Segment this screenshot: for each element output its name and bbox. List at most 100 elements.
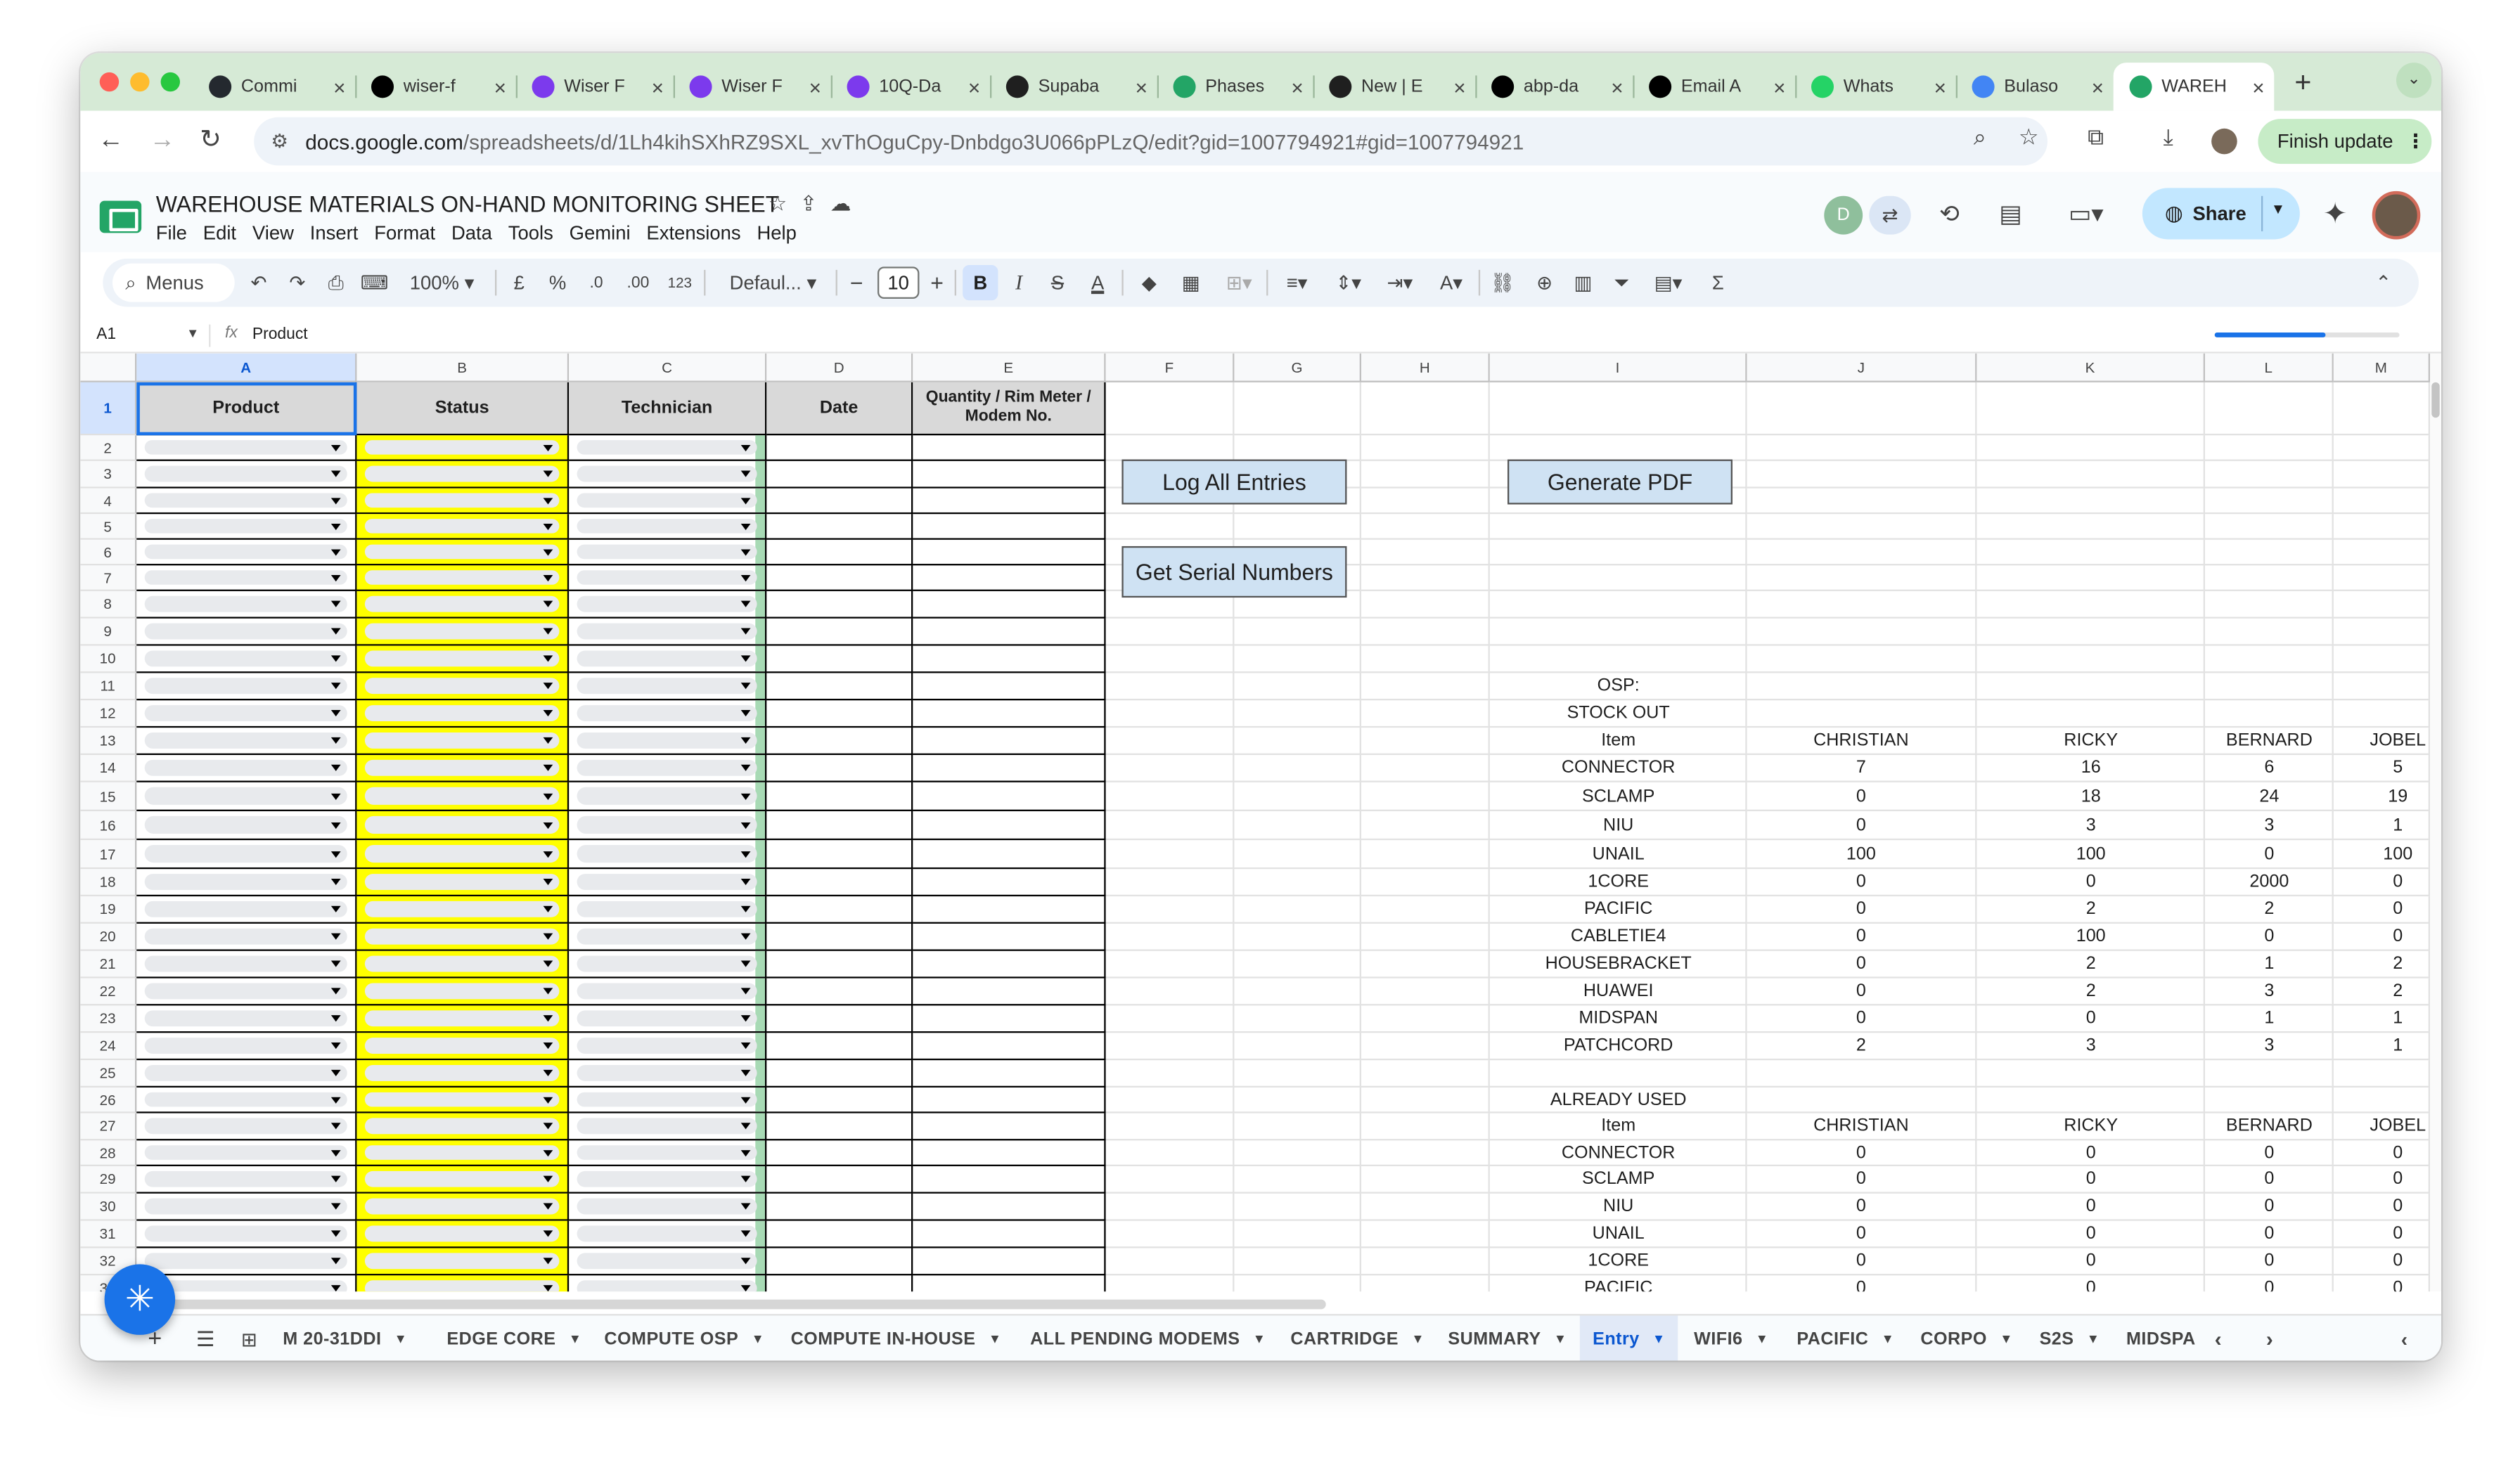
cell[interactable]	[2205, 1060, 2334, 1088]
dropdown-chip[interactable]	[144, 787, 347, 805]
dropdown-arrow-icon[interactable]	[543, 850, 553, 858]
dropdown-arrow-icon[interactable]	[740, 878, 751, 886]
dropdown-arrow-icon[interactable]	[740, 470, 751, 477]
dropdown-chip[interactable]	[577, 570, 757, 585]
cell[interactable]	[913, 700, 1106, 728]
row-header[interactable]: 6	[80, 539, 137, 566]
cell[interactable]	[1976, 645, 2206, 673]
sheet-tab-menu-icon[interactable]: ▼	[1756, 1331, 1769, 1346]
dropdown-chip[interactable]	[144, 955, 347, 972]
dropdown-chip[interactable]	[364, 1198, 560, 1215]
forward-icon[interactable]: →	[145, 124, 180, 159]
row-header[interactable]: 31	[80, 1220, 137, 1248]
dropdown-cell[interactable]	[356, 700, 570, 728]
cell[interactable]	[2333, 645, 2431, 673]
cell[interactable]	[1234, 728, 1362, 755]
dropdown-chip[interactable]	[577, 1170, 757, 1187]
dropdown-arrow-icon[interactable]	[330, 522, 341, 529]
dropdown-arrow-icon[interactable]	[543, 710, 553, 717]
cell[interactable]	[1234, 673, 1362, 701]
dropdown-cell[interactable]	[569, 896, 767, 924]
sheet-tab-menu-icon[interactable]: ▼	[989, 1331, 1002, 1346]
column-header[interactable]: B	[356, 353, 570, 382]
filter-icon[interactable]: ⏷	[1607, 259, 1636, 307]
dropdown-chip[interactable]	[144, 650, 347, 667]
dropdown-arrow-icon[interactable]	[543, 600, 553, 607]
dropdown-cell[interactable]	[356, 1140, 570, 1166]
cell[interactable]	[1234, 645, 1362, 673]
dropdown-arrow-icon[interactable]	[740, 1149, 751, 1156]
cell[interactable]	[1234, 1088, 1362, 1114]
gemini-fab-button[interactable]: ✳	[104, 1264, 176, 1335]
cell[interactable]	[1747, 565, 1977, 591]
sheet-tab[interactable]: Entry ▼	[1579, 1315, 1678, 1361]
dropdown-chip[interactable]	[577, 928, 757, 945]
dropdown-cell[interactable]	[136, 1113, 357, 1141]
cell[interactable]	[2333, 460, 2431, 489]
dropdown-arrow-icon[interactable]	[543, 1230, 553, 1237]
dropdown-chip[interactable]	[144, 705, 347, 722]
bold-button[interactable]: B	[963, 265, 998, 301]
column-header[interactable]: L	[2205, 353, 2334, 382]
cell[interactable]	[1105, 728, 1235, 755]
dropdown-chip[interactable]	[144, 678, 347, 695]
horizontal-align-icon[interactable]: ≡▾	[1276, 259, 1318, 307]
close-tab-icon[interactable]: ×	[1773, 75, 1785, 98]
sheet-tab-menu-icon[interactable]: ▼	[752, 1331, 765, 1346]
sheet-tab[interactable]: MIDSPA	[2126, 1315, 2196, 1360]
dropdown-chip[interactable]	[364, 465, 560, 482]
cell[interactable]	[1747, 488, 1977, 515]
dropdown-chip[interactable]	[144, 874, 347, 890]
menu-item[interactable]: Insert	[310, 221, 359, 244]
dropdown-cell[interactable]	[569, 565, 767, 591]
dropdown-cell[interactable]	[569, 923, 767, 951]
sheet-tab[interactable]: M 20-31DDI ▼	[283, 1315, 407, 1360]
close-tab-icon[interactable]: ×	[1611, 75, 1623, 98]
meet-icon[interactable]: ▭▾	[2054, 190, 2118, 238]
dropdown-cell[interactable]	[136, 728, 357, 755]
dropdown-cell[interactable]	[356, 1248, 570, 1276]
dropdown-cell[interactable]	[569, 811, 767, 841]
dropdown-chip[interactable]	[577, 544, 757, 560]
dropdown-cell[interactable]	[356, 1033, 570, 1061]
sheet-tab-menu-icon[interactable]: ▼	[1652, 1331, 1666, 1346]
cell[interactable]	[1361, 1220, 1490, 1248]
zoom-select[interactable]: 100% ▾	[401, 259, 482, 307]
close-tab-icon[interactable]: ×	[2252, 75, 2264, 98]
dropdown-cell[interactable]	[569, 728, 767, 755]
cell[interactable]	[2205, 1088, 2334, 1114]
close-tab-icon[interactable]: ×	[652, 75, 664, 98]
cell[interactable]	[2333, 435, 2431, 461]
dropdown-cell[interactable]	[136, 896, 357, 924]
row-header[interactable]: 19	[80, 896, 137, 924]
dropdown-cell[interactable]	[136, 539, 357, 566]
cell[interactable]	[1234, 754, 1362, 782]
cell[interactable]	[913, 1193, 1106, 1221]
menu-item[interactable]: Help	[757, 221, 796, 244]
column-header[interactable]: D	[766, 353, 913, 382]
dropdown-chip[interactable]	[364, 787, 560, 805]
number-format-button[interactable]: 123	[662, 259, 698, 307]
dropdown-cell[interactable]	[356, 1005, 570, 1033]
cell[interactable]	[1747, 700, 1977, 728]
dropdown-chip[interactable]	[144, 1118, 347, 1135]
dropdown-chip[interactable]	[144, 901, 347, 917]
close-tab-icon[interactable]: ×	[2092, 75, 2104, 98]
row-header[interactable]: 7	[80, 565, 137, 591]
dropdown-chip[interactable]	[364, 1145, 560, 1160]
dropdown-chip[interactable]	[577, 1280, 757, 1292]
cell[interactable]	[1361, 811, 1490, 841]
cell[interactable]	[2333, 539, 2431, 566]
browser-tab[interactable]: abp-da ×	[1475, 63, 1633, 111]
cell[interactable]	[2205, 565, 2334, 591]
dropdown-arrow-icon[interactable]	[543, 497, 553, 504]
dropdown-arrow-icon[interactable]	[330, 497, 341, 504]
cell[interactable]	[1361, 896, 1490, 924]
dropdown-cell[interactable]	[356, 539, 570, 566]
cell[interactable]	[1976, 618, 2206, 646]
sheets-logo-icon[interactable]	[99, 200, 142, 233]
scroll-tabs-right-icon[interactable]: ›	[2266, 1315, 2273, 1360]
dropdown-chip[interactable]	[577, 874, 757, 890]
dropdown-cell[interactable]	[569, 618, 767, 646]
cell[interactable]	[766, 673, 913, 701]
